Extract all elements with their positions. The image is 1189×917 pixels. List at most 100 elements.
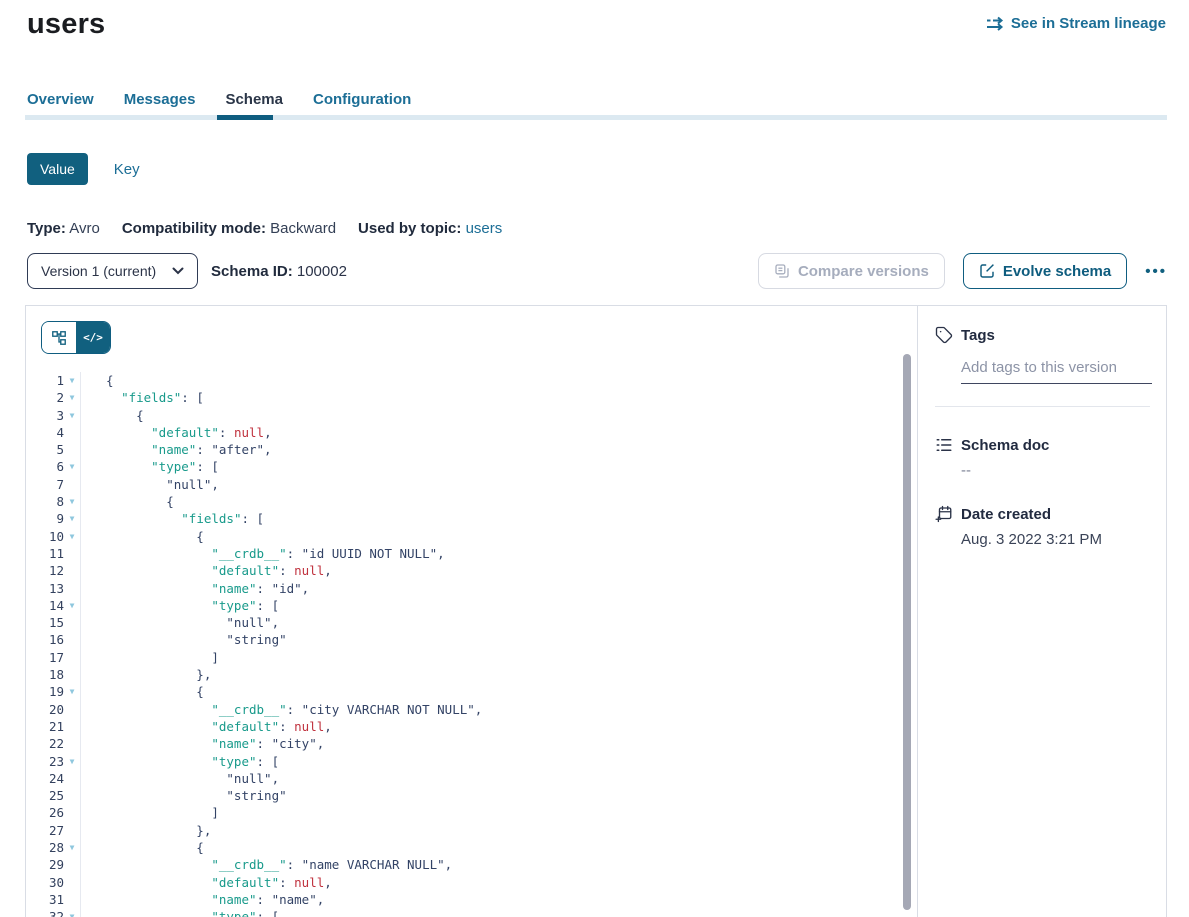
page-title: users: [27, 8, 105, 41]
code-line: 31 "name": "name",: [26, 891, 917, 908]
fold-arrow-icon[interactable]: ▼: [64, 683, 81, 700]
evolve-schema-button[interactable]: Evolve schema: [963, 253, 1127, 289]
compare-versions-icon: [774, 263, 790, 279]
code-line: 14▼ "type": [: [26, 597, 917, 614]
code-text: "type": [: [81, 458, 219, 475]
fold-arrow-icon[interactable]: ▼: [64, 753, 81, 770]
key-toggle-button[interactable]: Key: [114, 161, 140, 178]
editor-scrollbar[interactable]: [903, 354, 911, 910]
fold-arrow-icon[interactable]: ▼: [64, 458, 81, 475]
add-tags-input[interactable]: [961, 359, 1152, 384]
line-number: 25: [26, 787, 64, 804]
fold-arrow-icon[interactable]: ▼: [64, 372, 81, 389]
value-toggle-button[interactable]: Value: [27, 153, 88, 185]
more-options-button[interactable]: •••: [1145, 263, 1167, 280]
fold-gutter: [64, 545, 81, 562]
code-line: 25 "string": [26, 787, 917, 804]
code-line: 19▼ {: [26, 683, 917, 700]
code-line: 27 },: [26, 822, 917, 839]
tab-overview[interactable]: Overview: [27, 91, 94, 108]
version-select[interactable]: Version 1 (current): [27, 253, 198, 289]
code-text: {: [81, 839, 204, 856]
code-text: {: [81, 372, 114, 389]
line-number: 1: [26, 372, 64, 389]
line-number: 6: [26, 458, 64, 475]
compare-versions-button[interactable]: Compare versions: [758, 253, 945, 289]
line-number: 28: [26, 839, 64, 856]
line-number: 14: [26, 597, 64, 614]
fold-arrow-icon[interactable]: ▼: [64, 493, 81, 510]
value-key-toggle: Value Key: [27, 153, 140, 185]
stream-lineage-icon: [986, 16, 1004, 31]
tab-configuration[interactable]: Configuration: [313, 91, 411, 108]
line-number: 16: [26, 631, 64, 648]
line-number: 24: [26, 770, 64, 787]
fold-arrow-icon[interactable]: ▼: [64, 839, 81, 856]
code-text: {: [81, 493, 174, 510]
schema-id: Schema ID: 100002: [211, 263, 347, 280]
line-number: 21: [26, 718, 64, 735]
code-line: 23▼ "type": [: [26, 753, 917, 770]
code-line: 21 "default": null,: [26, 718, 917, 735]
schema-type: Type: Avro: [27, 220, 100, 237]
code-line: 29 "__crdb__": "name VARCHAR NULL",: [26, 856, 917, 873]
fold-gutter: [64, 614, 81, 631]
sidebar-divider: [935, 406, 1150, 407]
schema-panel: </> 1▼{2▼ "fields": [3▼ {4 "default": nu…: [25, 305, 1167, 917]
fold-gutter: [64, 649, 81, 666]
code-text: "string": [81, 631, 287, 648]
code-text: "default": null,: [81, 562, 332, 579]
code-text: "__crdb__": "name VARCHAR NULL",: [81, 856, 452, 873]
line-number: 31: [26, 891, 64, 908]
fold-gutter: [64, 441, 81, 458]
code-text: ]: [81, 649, 219, 666]
list-icon: [935, 436, 953, 454]
code-text: "default": null,: [81, 424, 272, 441]
code-text: "default": null,: [81, 874, 332, 891]
code-text: {: [81, 407, 144, 424]
fold-gutter: [64, 891, 81, 908]
fold-gutter: [64, 804, 81, 821]
tags-header: Tags: [935, 326, 1150, 344]
code-line: 7 "null",: [26, 476, 917, 493]
tab-messages[interactable]: Messages: [124, 91, 196, 108]
code-text: "name": "after",: [81, 441, 272, 458]
schema-doc-value: --: [961, 462, 1150, 479]
fold-arrow-icon[interactable]: ▼: [64, 510, 81, 527]
fold-arrow-icon[interactable]: ▼: [64, 597, 81, 614]
tab-schema[interactable]: Schema: [225, 91, 283, 108]
code-line: 18 },: [26, 666, 917, 683]
code-line: 10▼ {: [26, 528, 917, 545]
topic-link[interactable]: users: [466, 220, 503, 237]
fold-arrow-icon[interactable]: ▼: [64, 407, 81, 424]
stream-lineage-link[interactable]: See in Stream lineage: [986, 15, 1166, 32]
fold-arrow-icon[interactable]: ▼: [64, 389, 81, 406]
code-view-button[interactable]: </>: [76, 322, 110, 353]
date-created-value: Aug. 3 2022 3:21 PM: [961, 531, 1150, 548]
line-number: 19: [26, 683, 64, 700]
fold-gutter: [64, 874, 81, 891]
code-text: "type": [: [81, 753, 279, 770]
schema-meta-row: Type: Avro Compatibility mode: Backward …: [27, 220, 502, 237]
code-text: "__crdb__": "id UUID NOT NULL",: [81, 545, 445, 562]
code-text: "default": null,: [81, 718, 332, 735]
tree-view-button[interactable]: [42, 322, 76, 353]
fold-gutter: [64, 580, 81, 597]
fold-gutter: [64, 856, 81, 873]
code-line: 26 ]: [26, 804, 917, 821]
code-line: 3▼ {: [26, 407, 917, 424]
line-number: 13: [26, 580, 64, 597]
code-text: },: [81, 666, 211, 683]
code-editor[interactable]: 1▼{2▼ "fields": [3▼ {4 "default": null,5…: [26, 372, 917, 917]
fold-arrow-icon[interactable]: ▼: [64, 528, 81, 545]
line-number: 27: [26, 822, 64, 839]
code-text: },: [81, 822, 211, 839]
line-number: 3: [26, 407, 64, 424]
line-number: 18: [26, 666, 64, 683]
fold-gutter: [64, 735, 81, 752]
line-number: 7: [26, 476, 64, 493]
fold-gutter: [64, 424, 81, 441]
code-line: 16 "string": [26, 631, 917, 648]
line-number: 4: [26, 424, 64, 441]
date-created-header: Date created: [935, 505, 1150, 523]
